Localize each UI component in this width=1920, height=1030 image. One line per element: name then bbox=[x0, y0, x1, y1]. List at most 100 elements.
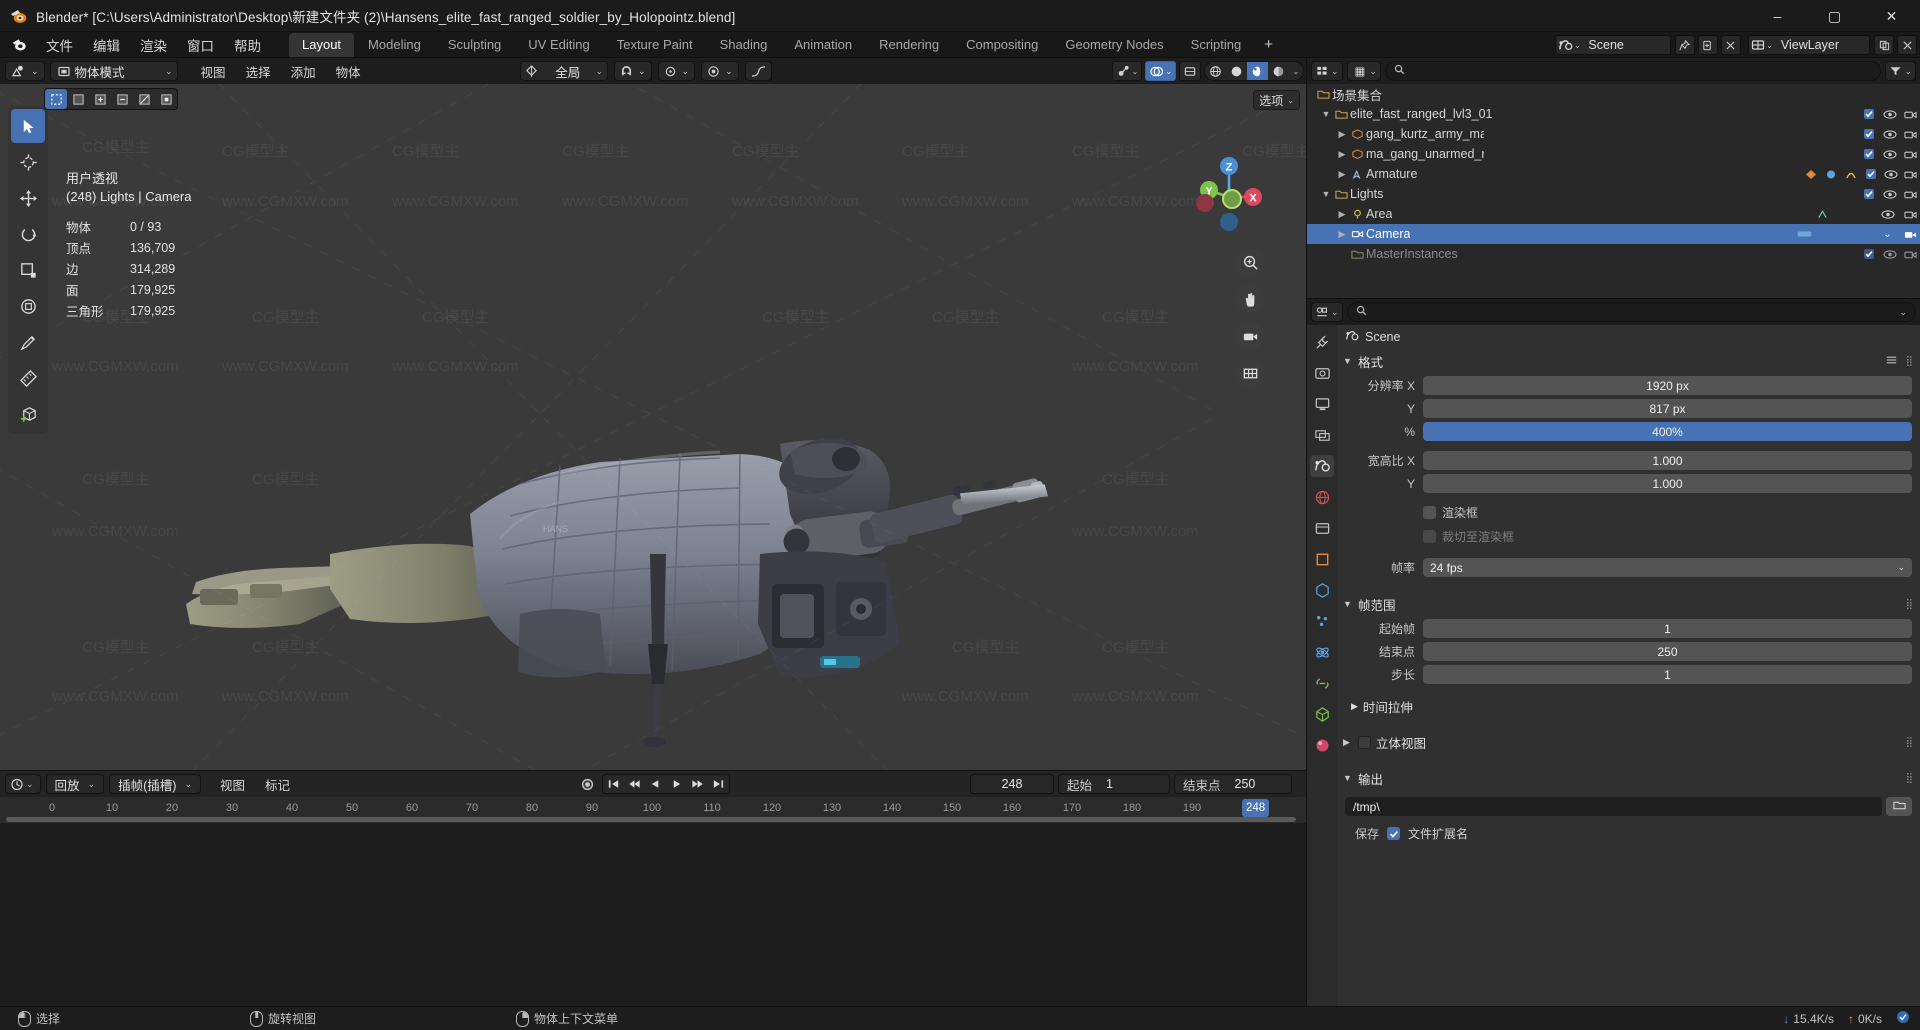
camera-render-icon[interactable] bbox=[1903, 229, 1918, 240]
timeline-editor[interactable]: ⌄ 回放 ⌄ 插帧(插槽) ⌄ 视图 标记 248 起始 1 结束点 250 0… bbox=[0, 770, 1306, 823]
outliner-search[interactable] bbox=[1384, 61, 1882, 81]
row-chevron-down-icon[interactable]: ⌄ bbox=[1880, 229, 1895, 240]
outliner-row-ma-gang-unarmed[interactable]: ▶ ma_gang_unarmed_re bbox=[1307, 144, 1920, 164]
timeline-horizontal-scrollbar[interactable] bbox=[6, 817, 1296, 822]
outliner-row-scene-collection[interactable]: 场景集合 bbox=[1307, 84, 1920, 104]
workspace-tab-layout[interactable]: Layout bbox=[289, 32, 355, 57]
outliner-row-master-instances[interactable]: MasterInstances bbox=[1307, 244, 1920, 264]
camera-view-icon[interactable] bbox=[1236, 322, 1264, 350]
shading-rendered-icon[interactable] bbox=[1268, 62, 1289, 80]
toggle-orthographic-icon[interactable] bbox=[1236, 359, 1264, 387]
camera-render-icon[interactable] bbox=[1903, 169, 1918, 180]
viewlayer-copy-icon[interactable] bbox=[1874, 35, 1894, 55]
current-frame-field[interactable]: 248 bbox=[970, 774, 1054, 794]
outliner-editor[interactable]: ⌄ ▦ ⌄ ⌄ 场景集合 ▼ elite_fast_ranged_lvl3_01… bbox=[1306, 58, 1920, 298]
checkbox-icon[interactable] bbox=[1861, 248, 1876, 260]
xray-toggle[interactable] bbox=[1179, 61, 1201, 81]
panel-drag-handle[interactable]: ⣿ bbox=[1906, 773, 1914, 784]
browse-output-path-button[interactable] bbox=[1886, 797, 1912, 816]
viewport-3d[interactable]: HANS CG模型主 CG模型主 CG模型主 CG模型主 CG模型主 CG模型主… bbox=[0, 58, 1306, 770]
minimize-button[interactable]: – bbox=[1749, 0, 1806, 32]
workspace-tab-scripting[interactable]: Scripting bbox=[1178, 33, 1255, 57]
viewlayer-selector[interactable]: ⌄ ViewLayer bbox=[1747, 35, 1870, 55]
workspace-tab-texture-paint[interactable]: Texture Paint bbox=[604, 33, 706, 57]
twisty-icon[interactable]: ▼ bbox=[1319, 109, 1333, 119]
snap-during-transform-toggle[interactable]: ⌄ bbox=[614, 61, 652, 81]
tab-material[interactable] bbox=[1310, 734, 1334, 756]
row-render-region[interactable]: 渲染框 bbox=[1423, 502, 1912, 523]
panel-drag-handle[interactable]: ⣿ bbox=[1906, 356, 1914, 367]
camera-render-icon[interactable] bbox=[1903, 109, 1918, 120]
checkbox-icon[interactable] bbox=[1861, 188, 1876, 200]
value-aspect-x[interactable]: 1.000 bbox=[1423, 451, 1912, 470]
twisty-icon[interactable]: ▶ bbox=[1335, 149, 1349, 160]
keying-popover[interactable]: 插帧(插槽) ⌄ bbox=[109, 774, 201, 794]
tab-collection[interactable] bbox=[1310, 517, 1334, 539]
eye-icon[interactable] bbox=[1882, 109, 1897, 120]
panel-header-output[interactable]: ▼ 输出 ⣿ bbox=[1337, 766, 1920, 790]
eye-icon[interactable] bbox=[1882, 129, 1897, 140]
menu-window[interactable]: 窗口 bbox=[177, 32, 224, 58]
panel-header-stereoscopy[interactable]: ▶ 立体视图 ⣿ bbox=[1337, 730, 1920, 754]
twisty-icon[interactable]: ▶ bbox=[1335, 229, 1349, 240]
camera-render-icon[interactable] bbox=[1903, 189, 1918, 200]
workspace-tab-uv-editing[interactable]: UV Editing bbox=[515, 33, 602, 57]
panel-drag-handle[interactable]: ⣿ bbox=[1906, 737, 1914, 748]
play-button[interactable] bbox=[666, 775, 687, 793]
shading-material-preview-icon[interactable] bbox=[1247, 62, 1268, 80]
select-difference-icon[interactable] bbox=[133, 89, 155, 109]
row-resolution-y[interactable]: Y 817 px bbox=[1345, 398, 1912, 419]
falloff-curve-icon-button[interactable] bbox=[744, 61, 772, 81]
menu-edit[interactable]: 编辑 bbox=[83, 32, 130, 58]
tool-transform[interactable] bbox=[11, 289, 45, 323]
select-extend-icon[interactable] bbox=[89, 89, 111, 109]
viewlayer-remove-icon[interactable] bbox=[1897, 35, 1917, 55]
workspace-tab-rendering[interactable]: Rendering bbox=[866, 33, 952, 57]
tool-move[interactable] bbox=[11, 181, 45, 215]
previous-keyframe-button[interactable] bbox=[624, 775, 645, 793]
app-menu-icon[interactable] bbox=[6, 36, 32, 53]
workspace-tab-shading[interactable]: Shading bbox=[707, 33, 781, 57]
camera-render-icon[interactable] bbox=[1903, 149, 1918, 160]
twisty-icon[interactable]: ▶ bbox=[1335, 129, 1349, 140]
menu-render[interactable]: 渲染 bbox=[130, 32, 177, 58]
outliner-row-elite-fast-ranged[interactable]: ▼ elite_fast_ranged_lvl3_01 bbox=[1307, 104, 1920, 124]
jump-to-start-button[interactable] bbox=[603, 775, 624, 793]
tab-scene[interactable] bbox=[1310, 455, 1334, 477]
tool-annotate[interactable] bbox=[11, 325, 45, 359]
select-set-icon[interactable] bbox=[67, 89, 89, 109]
tab-constraints[interactable] bbox=[1310, 672, 1334, 694]
navigation-gizmo[interactable]: Z X Y bbox=[1186, 150, 1272, 236]
shading-wireframe-icon[interactable] bbox=[1205, 62, 1226, 80]
preset-icon[interactable] bbox=[1885, 354, 1898, 369]
outliner-row-camera[interactable]: ▶ Camera ⌄ bbox=[1307, 224, 1920, 244]
tab-output[interactable] bbox=[1310, 393, 1334, 415]
viewport-menu-add[interactable]: 添加 bbox=[282, 60, 325, 83]
outliner-row-gang-kurtz[interactable]: ▶ gang_kurtz_army_ma bbox=[1307, 124, 1920, 144]
properties-search-input[interactable] bbox=[1371, 305, 1895, 319]
move-view-icon[interactable] bbox=[1236, 285, 1264, 313]
outliner-editor-type[interactable]: ⌄ bbox=[1311, 61, 1343, 81]
menu-help[interactable]: 帮助 bbox=[224, 32, 271, 58]
editor-type-selector[interactable]: ⌄ bbox=[5, 61, 45, 81]
row-resolution-percentage[interactable]: % 400% bbox=[1345, 421, 1912, 442]
properties-search[interactable]: ⌄ bbox=[1346, 302, 1916, 322]
shading-chevron-down-icon[interactable]: ⌄ bbox=[1289, 62, 1303, 80]
start-frame-field[interactable]: 起始 1 bbox=[1058, 774, 1170, 794]
checkbox-icon[interactable] bbox=[1861, 108, 1876, 120]
outliner-row-lights[interactable]: ▼ Lights bbox=[1307, 184, 1920, 204]
tool-tweak[interactable] bbox=[11, 109, 45, 143]
menu-file[interactable]: 文件 bbox=[36, 32, 83, 58]
select-frame-rate[interactable]: 24 fps ⌄ bbox=[1423, 558, 1912, 577]
select-intersect-icon[interactable] bbox=[155, 89, 177, 109]
add-workspace-button[interactable]: + bbox=[1255, 34, 1282, 55]
tab-world[interactable] bbox=[1310, 486, 1334, 508]
tab-tool[interactable] bbox=[1310, 331, 1334, 353]
outliner-row-armature[interactable]: ▶ Armature bbox=[1307, 164, 1920, 184]
show-overlays-toggle[interactable]: ⌄ bbox=[1145, 61, 1176, 81]
panel-header-format[interactable]: ▼ 格式 ⣿ bbox=[1337, 349, 1920, 373]
viewport-shading-group[interactable]: ⌄ bbox=[1204, 61, 1304, 81]
new-scene-icon[interactable] bbox=[1697, 35, 1718, 55]
eye-icon[interactable] bbox=[1882, 249, 1897, 260]
row-frame-start[interactable]: 起始帧 1 bbox=[1345, 618, 1912, 639]
